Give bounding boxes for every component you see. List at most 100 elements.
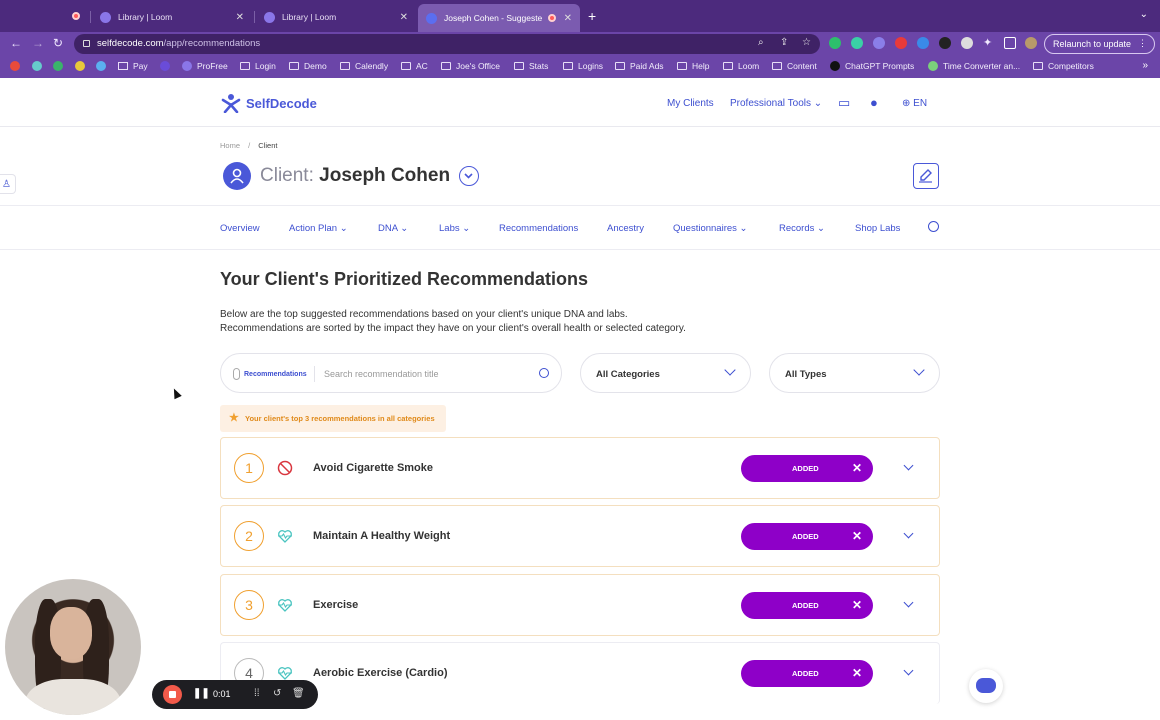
side-user-tab-icon[interactable]: ♙ [0, 174, 16, 194]
bookmark-paid-ads[interactable]: Paid Ads [615, 61, 664, 71]
url-omnibox[interactable]: selfdecode.com/app/recommendations ⌕ ⇪ ☆ [74, 34, 820, 54]
side-panel-icon[interactable] [1004, 37, 1016, 49]
bookmark-loom[interactable]: Loom [723, 61, 759, 71]
stop-recording-button[interactable] [163, 685, 182, 704]
expand-chevron-icon[interactable] [903, 597, 914, 608]
tab-overview[interactable]: Overview [220, 223, 260, 234]
bookmark-demo[interactable]: Demo [289, 61, 327, 71]
close-tab-icon[interactable]: ✕ [400, 12, 408, 23]
added-toggle-button[interactable]: ADDED ✕ [741, 660, 873, 687]
grammarly-extension-icon[interactable] [829, 37, 841, 49]
extension-icon[interactable] [895, 37, 907, 49]
webcam-bubble[interactable] [5, 579, 141, 715]
bookmark-icon[interactable] [96, 61, 111, 71]
bookmark-competitors[interactable]: Competitors [1033, 61, 1094, 71]
tab-search-chevron-icon[interactable]: ⌄ [1140, 9, 1148, 20]
language-selector[interactable]: ⊕ EN [902, 98, 927, 109]
extension-icon[interactable] [873, 37, 885, 49]
added-toggle-button[interactable]: ADDED ✕ [741, 592, 873, 619]
bookmark-star-icon[interactable]: ☆ [802, 37, 811, 48]
restart-icon[interactable]: ↺ [273, 688, 281, 699]
remove-icon[interactable]: ✕ [852, 666, 862, 680]
close-tab-icon[interactable]: ✕ [236, 12, 244, 23]
tab-questionnaires[interactable]: Questionnaires ⌄ [673, 223, 748, 234]
extensions-puzzle-icon[interactable]: ✦ [983, 36, 992, 49]
extension-icon[interactable] [917, 37, 929, 49]
zoom-search-icon[interactable]: ⌕ [758, 37, 764, 48]
search-icon[interactable] [928, 221, 939, 232]
bookmark-pay[interactable]: Pay [118, 61, 148, 71]
tab-recommendations[interactable]: Recommendations [499, 223, 578, 234]
trash-icon[interactable]: 🗑 [292, 688, 305, 699]
browser-tab[interactable]: Library | Loom ✕ [92, 6, 252, 28]
more-bookmarks-icon[interactable]: » [1142, 60, 1148, 71]
profile-avatar-icon[interactable] [1025, 37, 1037, 49]
bookmark-chatgpt-prompts[interactable]: ChatGPT Prompts [830, 61, 914, 71]
bookmark-joes-office[interactable]: Joe's Office [441, 61, 500, 71]
tab-dna[interactable]: DNA ⌄ [378, 223, 408, 234]
drive-bookmark-icon[interactable] [53, 61, 68, 71]
user-account-icon[interactable]: ● [870, 95, 878, 110]
support-chat-button[interactable] [969, 669, 1003, 703]
recommendation-card[interactable]: 3 Exercise ADDED ✕ [220, 574, 940, 636]
chat-icon[interactable]: ▭ [838, 95, 850, 111]
remove-icon[interactable]: ✕ [852, 461, 862, 475]
added-toggle-button[interactable]: ADDED ✕ [741, 455, 873, 482]
extension-icon[interactable] [939, 37, 951, 49]
search-scope-tag[interactable]: Recommendations [233, 368, 307, 380]
edit-client-button[interactable] [913, 163, 939, 189]
tab-labs[interactable]: Labs ⌄ [439, 223, 470, 234]
expand-chevron-icon[interactable] [903, 528, 914, 539]
search-icon[interactable] [539, 368, 549, 378]
remove-icon[interactable]: ✕ [852, 598, 862, 612]
selfdecode-logo[interactable]: SelfDecode [221, 93, 317, 113]
bookmark-icon[interactable] [160, 61, 175, 71]
browser-tab[interactable]: Library | Loom ✕ [256, 6, 416, 28]
recommendation-card[interactable]: 2 Maintain A Healthy Weight ADDED ✕ [220, 505, 940, 567]
reload-icon[interactable]: ↻ [53, 36, 63, 50]
tab-action-plan[interactable]: Action Plan ⌄ [289, 223, 348, 234]
bookmark-icon[interactable] [75, 61, 90, 71]
bookmark-content[interactable]: Content [772, 61, 817, 71]
forward-icon[interactable]: → [32, 36, 44, 50]
tab-ancestry[interactable]: Ancestry [607, 223, 644, 234]
bookmark-time-converter[interactable]: Time Converter an... [928, 61, 1020, 71]
type-select[interactable]: All Types [769, 353, 940, 393]
tab-records[interactable]: Records ⌄ [779, 223, 825, 234]
drag-handle-icon[interactable]: ⁞⁞ [254, 688, 260, 699]
browser-tab-strip: Library | Loom ✕ Library | Loom ✕ Joseph… [0, 0, 1160, 32]
expand-chevron-icon[interactable] [903, 665, 914, 676]
client-switch-chevron-icon[interactable] [459, 166, 479, 186]
back-icon[interactable]: ← [10, 36, 22, 50]
recommendation-card[interactable]: 4 Aerobic Exercise (Cardio) ADDED ✕ [220, 642, 940, 704]
tab-shop-labs[interactable]: Shop Labs [855, 223, 900, 234]
relaunch-to-update-button[interactable]: Relaunch to update ⋮ [1044, 34, 1155, 54]
expand-chevron-icon[interactable] [903, 460, 914, 471]
recommendation-title: Aerobic Exercise (Cardio) [313, 667, 448, 679]
browser-tab-active[interactable]: Joseph Cohen - Suggeste ✕ [418, 4, 580, 32]
loom-extension-icon[interactable] [961, 37, 973, 49]
bookmark-logins[interactable]: Logins [563, 61, 603, 71]
close-tab-icon[interactable]: ✕ [564, 13, 572, 24]
bookmark-stats[interactable]: Stats [514, 61, 548, 71]
professional-tools-menu[interactable]: Professional Tools ⌄ [730, 98, 822, 109]
extension-icon[interactable] [851, 37, 863, 49]
bookmark-ac[interactable]: AC [401, 61, 428, 71]
bookmark-icon[interactable] [32, 61, 47, 71]
bookmark-login[interactable]: Login [240, 61, 276, 71]
new-tab-icon[interactable]: + [588, 8, 596, 24]
breadcrumb-home-link[interactable]: Home [220, 141, 240, 150]
gmail-bookmark-icon[interactable] [10, 61, 25, 71]
search-input[interactable] [324, 365, 524, 383]
selfdecode-logo-icon [221, 94, 241, 113]
category-select[interactable]: All Categories [580, 353, 751, 393]
recommendation-card[interactable]: 1 Avoid Cigarette Smoke ADDED ✕ [220, 437, 940, 499]
share-icon[interactable]: ⇪ [780, 37, 788, 48]
pause-icon[interactable]: ❚❚ [193, 688, 210, 699]
bookmark-calendly[interactable]: Calendly [340, 61, 388, 71]
remove-icon[interactable]: ✕ [852, 529, 862, 543]
bookmark-profree[interactable]: ProFree [182, 61, 228, 71]
bookmark-help[interactable]: Help [677, 61, 709, 71]
added-toggle-button[interactable]: ADDED ✕ [741, 523, 873, 550]
my-clients-link[interactable]: My Clients [667, 98, 714, 109]
